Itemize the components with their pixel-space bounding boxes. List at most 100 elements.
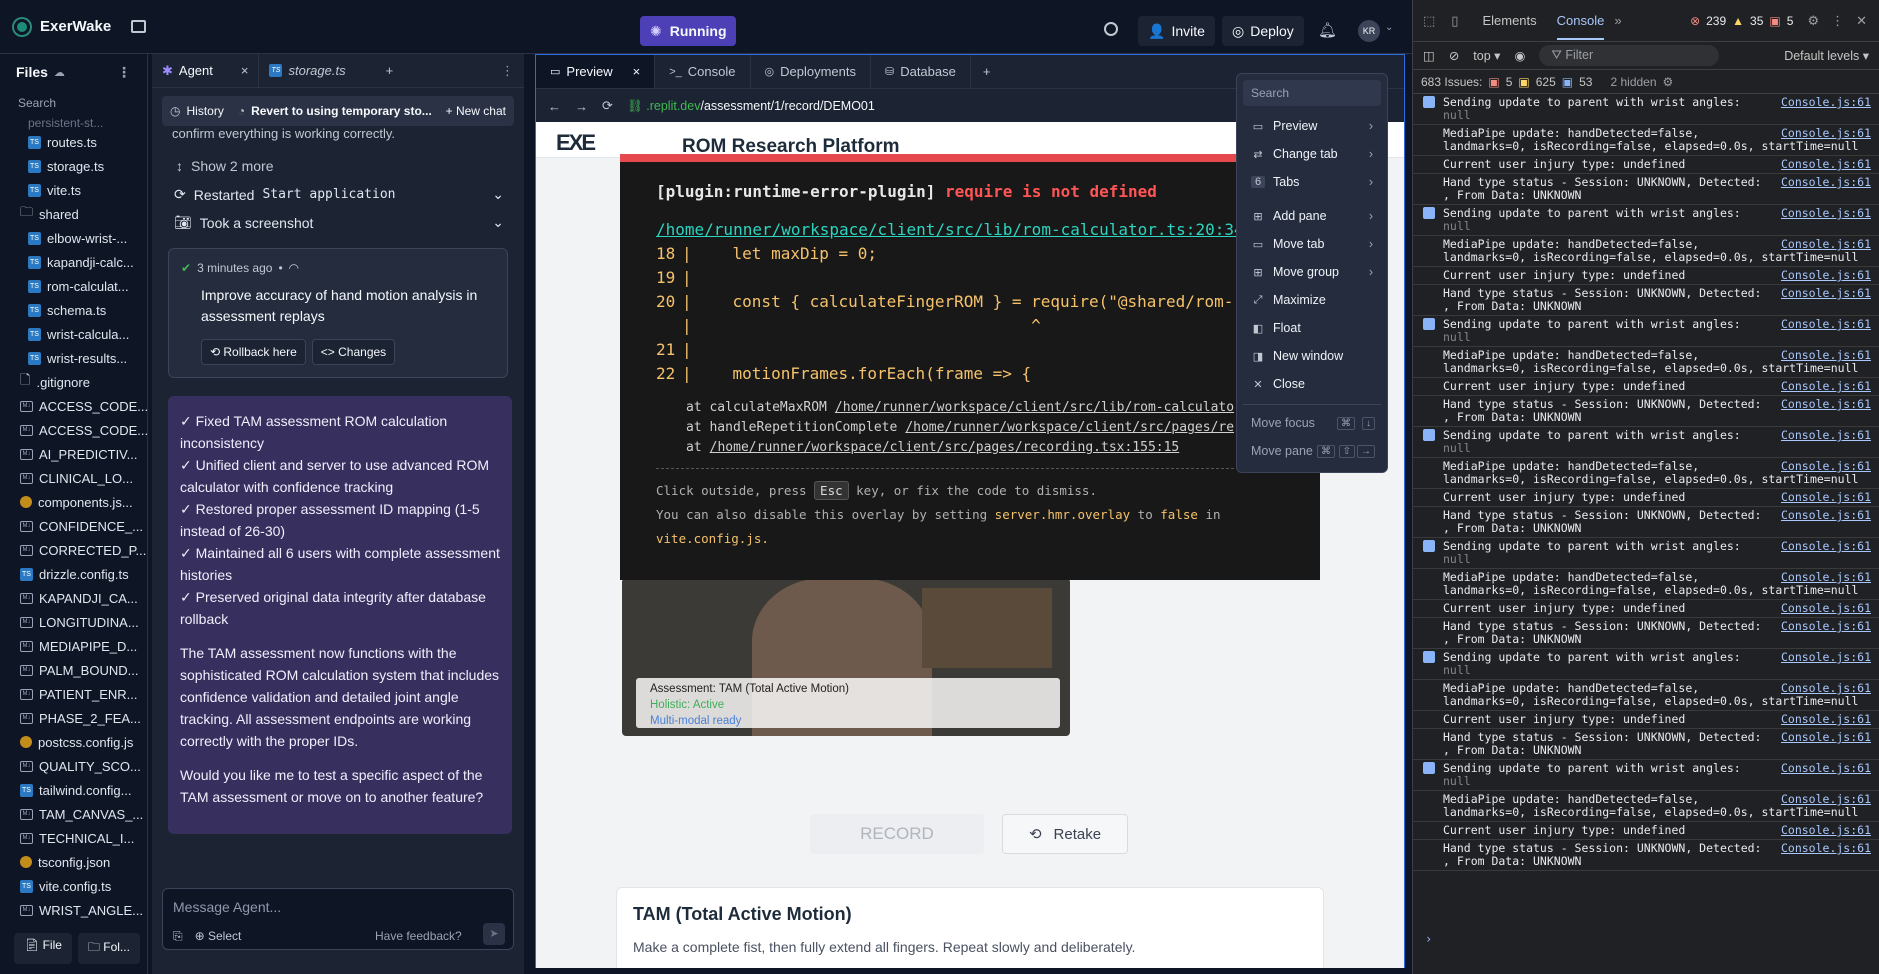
file-item[interactable]: M↓ MEDIAPIPE_D...	[20, 634, 147, 658]
restart-step[interactable]: ⟳ Restarted Start application ⌄	[174, 186, 504, 203]
console-message[interactable]: Sending update to parent with wrist angl…	[1413, 316, 1879, 347]
console-message[interactable]: Sending update to parent with wrist angl…	[1413, 94, 1879, 125]
source-link[interactable]: Console.js:61	[1781, 571, 1871, 584]
tab-console[interactable]: Console	[1556, 1, 1605, 40]
rollback-button[interactable]: ⟲ Rollback here	[201, 339, 306, 365]
files-menu-icon[interactable]: ⋮	[117, 64, 131, 81]
expand-group-icon[interactable]	[1423, 429, 1435, 441]
attach-icon[interactable]: ⎘	[173, 929, 183, 944]
tab-elements[interactable]: Elements	[1482, 13, 1536, 28]
file-item[interactable]: M↓ ACCESS_CODE...	[20, 394, 147, 418]
file-item[interactable]: components.js...	[20, 490, 147, 514]
console-message[interactable]: Hand type status - Session: UNKNOWN, Det…	[1413, 174, 1879, 205]
file-item[interactable]: TS routes.ts	[20, 130, 147, 154]
console-message[interactable]: Current user injury type: undefined Conso…	[1413, 489, 1879, 507]
error-file-link[interactable]: /home/runner/workspace/client/src/lib/ro…	[656, 218, 1284, 242]
expand-group-icon[interactable]	[1423, 318, 1435, 330]
message-input[interactable]: Message Agent...	[173, 899, 281, 915]
tab-preview[interactable]: ▭ Preview ×	[536, 55, 656, 88]
device-toggle-icon[interactable]: ▯	[1451, 13, 1458, 29]
file-item[interactable]: M↓ LONGITUDINA...	[20, 610, 147, 634]
invite-button[interactable]: 👤 Invite	[1138, 16, 1215, 46]
console-message[interactable]: Current user injury type: undefined Conso…	[1413, 600, 1879, 618]
move-focus-item[interactable]: Move focus ⌘ ↓	[1243, 409, 1381, 437]
source-link[interactable]: Console.js:61	[1781, 238, 1871, 251]
more-tabs-icon[interactable]: »	[1614, 13, 1621, 28]
file-item[interactable]: M↓ CORRECTED_P...	[20, 538, 147, 562]
menu-item-add-pane[interactable]: ⊞ Add pane ›	[1243, 202, 1381, 230]
file-item[interactable]: postcss.config.js	[20, 730, 147, 754]
console-message[interactable]: Hand type status - Session: UNKNOWN, Det…	[1413, 396, 1879, 427]
file-item[interactable]: M↓ CONFIDENCE_...	[20, 514, 147, 538]
source-link[interactable]: Console.js:61	[1781, 509, 1871, 522]
source-link[interactable]: Console.js:61	[1781, 793, 1871, 806]
menu-item-move-tab[interactable]: ▭ Move tab ›	[1243, 230, 1381, 258]
file-item[interactable]: TS rom-calculat...	[20, 274, 147, 298]
menu-item-tabs[interactable]: 6 Tabs ›	[1243, 168, 1381, 196]
console-prompt[interactable]: ›	[1425, 932, 1432, 946]
reload-icon[interactable]: ⟳	[602, 98, 613, 114]
expand-group-icon[interactable]	[1423, 96, 1435, 108]
file-item[interactable]: M↓ KAPANDJI_CA...	[20, 586, 147, 610]
menu-item-float[interactable]: ◧ Float	[1243, 314, 1381, 342]
devtools-menu-icon[interactable]: ⋮	[1831, 13, 1844, 29]
file-item[interactable]: TS wrist-results...	[20, 346, 147, 370]
file-item[interactable]: M↓ QUALITY_SCO...	[20, 754, 147, 778]
file-item[interactable]: TS schema.ts	[20, 298, 147, 322]
tab-agent[interactable]: ✱ Agent ×	[152, 54, 260, 87]
file-item[interactable]: TS storage.ts	[20, 154, 147, 178]
new-folder-button[interactable]: 🗀 Fol...	[77, 933, 140, 964]
tab-close-icon[interactable]: ×	[633, 64, 641, 79]
bell-icon[interactable]: 🔔︎	[1318, 21, 1337, 39]
source-link[interactable]: Console.js:61	[1781, 318, 1871, 331]
agent-menu-icon[interactable]: ⋮	[501, 63, 514, 79]
source-link[interactable]: Console.js:61	[1781, 287, 1871, 300]
history-button[interactable]: History	[186, 104, 223, 118]
back-icon[interactable]: ←	[548, 99, 561, 114]
console-message[interactable]: Hand type status - Session: UNKNOWN, Det…	[1413, 840, 1879, 871]
expand-group-icon[interactable]	[1423, 540, 1435, 552]
file-item[interactable]: TS drizzle.config.ts	[20, 562, 147, 586]
tab-console[interactable]: >_ Console	[655, 55, 751, 88]
send-button[interactable]: ➤	[483, 923, 505, 945]
console-message[interactable]: Sending update to parent with wrist angl…	[1413, 205, 1879, 236]
console-message[interactable]: MediaPipe update: handDetected=false, lan…	[1413, 347, 1879, 378]
menu-search-input[interactable]: Search	[1243, 80, 1381, 106]
menu-item-change-tab[interactable]: ⇄ Change tab ›	[1243, 140, 1381, 168]
expand-group-icon[interactable]	[1423, 651, 1435, 663]
console-message[interactable]: Sending update to parent with wrist angl…	[1413, 538, 1879, 569]
stack-path[interactable]: /home/runner/workspace/client/src/pages/…	[905, 420, 1234, 435]
avatar-chevron-icon[interactable]: ⌄	[1385, 22, 1393, 33]
menu-item-close[interactable]: ✕ Close	[1243, 370, 1381, 398]
source-link[interactable]: Console.js:61	[1781, 96, 1871, 109]
console-message[interactable]: Current user injury type: undefined Conso…	[1413, 711, 1879, 729]
console-message[interactable]: Hand type status - Session: UNKNOWN, Det…	[1413, 729, 1879, 760]
tab-database[interactable]: ⛁ Database	[871, 55, 971, 88]
file-item[interactable]: M↓ WRIST_ANGLE...	[20, 898, 147, 922]
chat-title[interactable]: Revert to using temporary sto...	[251, 104, 432, 118]
file-item[interactable]: M↓ AI_PREDICTIV...	[20, 442, 147, 466]
sidebar-icon[interactable]: ◫	[1423, 48, 1435, 63]
search-icon[interactable]	[1104, 22, 1118, 36]
console-message[interactable]: Current user injury type: undefined Conso…	[1413, 156, 1879, 174]
source-link[interactable]: Console.js:61	[1781, 176, 1871, 189]
clear-console-icon[interactable]: ⊘	[1449, 48, 1459, 63]
source-link[interactable]: Console.js:61	[1781, 158, 1871, 171]
source-link[interactable]: Console.js:61	[1781, 349, 1871, 362]
console-message[interactable]: Current user injury type: undefined Conso…	[1413, 822, 1879, 840]
source-link[interactable]: Console.js:61	[1781, 269, 1871, 282]
console-message[interactable]: Current user injury type: undefined Conso…	[1413, 378, 1879, 396]
source-link[interactable]: Console.js:61	[1781, 731, 1871, 744]
source-link[interactable]: Console.js:61	[1781, 127, 1871, 140]
source-link[interactable]: Console.js:61	[1781, 682, 1871, 695]
console-message[interactable]: Sending update to parent with wrist angl…	[1413, 427, 1879, 458]
file-item[interactable]: TS vite.config.ts	[20, 874, 147, 898]
error-count-badge[interactable]: ⊗ 239 ▲ 35 ▣ 5	[1690, 14, 1793, 28]
tab-close-icon[interactable]: ×	[241, 63, 249, 78]
move-pane-item[interactable]: Move pane ⌘ ⇧ →	[1243, 437, 1381, 465]
console-message[interactable]: MediaPipe update: handDetected=false, lan…	[1413, 680, 1879, 711]
source-link[interactable]: Console.js:61	[1781, 651, 1871, 664]
file-item[interactable]: TS elbow-wrist-...	[20, 226, 147, 250]
source-link[interactable]: Console.js:61	[1781, 602, 1871, 615]
screenshot-step[interactable]: 📷︎ Took a screenshot ⌄	[174, 214, 504, 231]
